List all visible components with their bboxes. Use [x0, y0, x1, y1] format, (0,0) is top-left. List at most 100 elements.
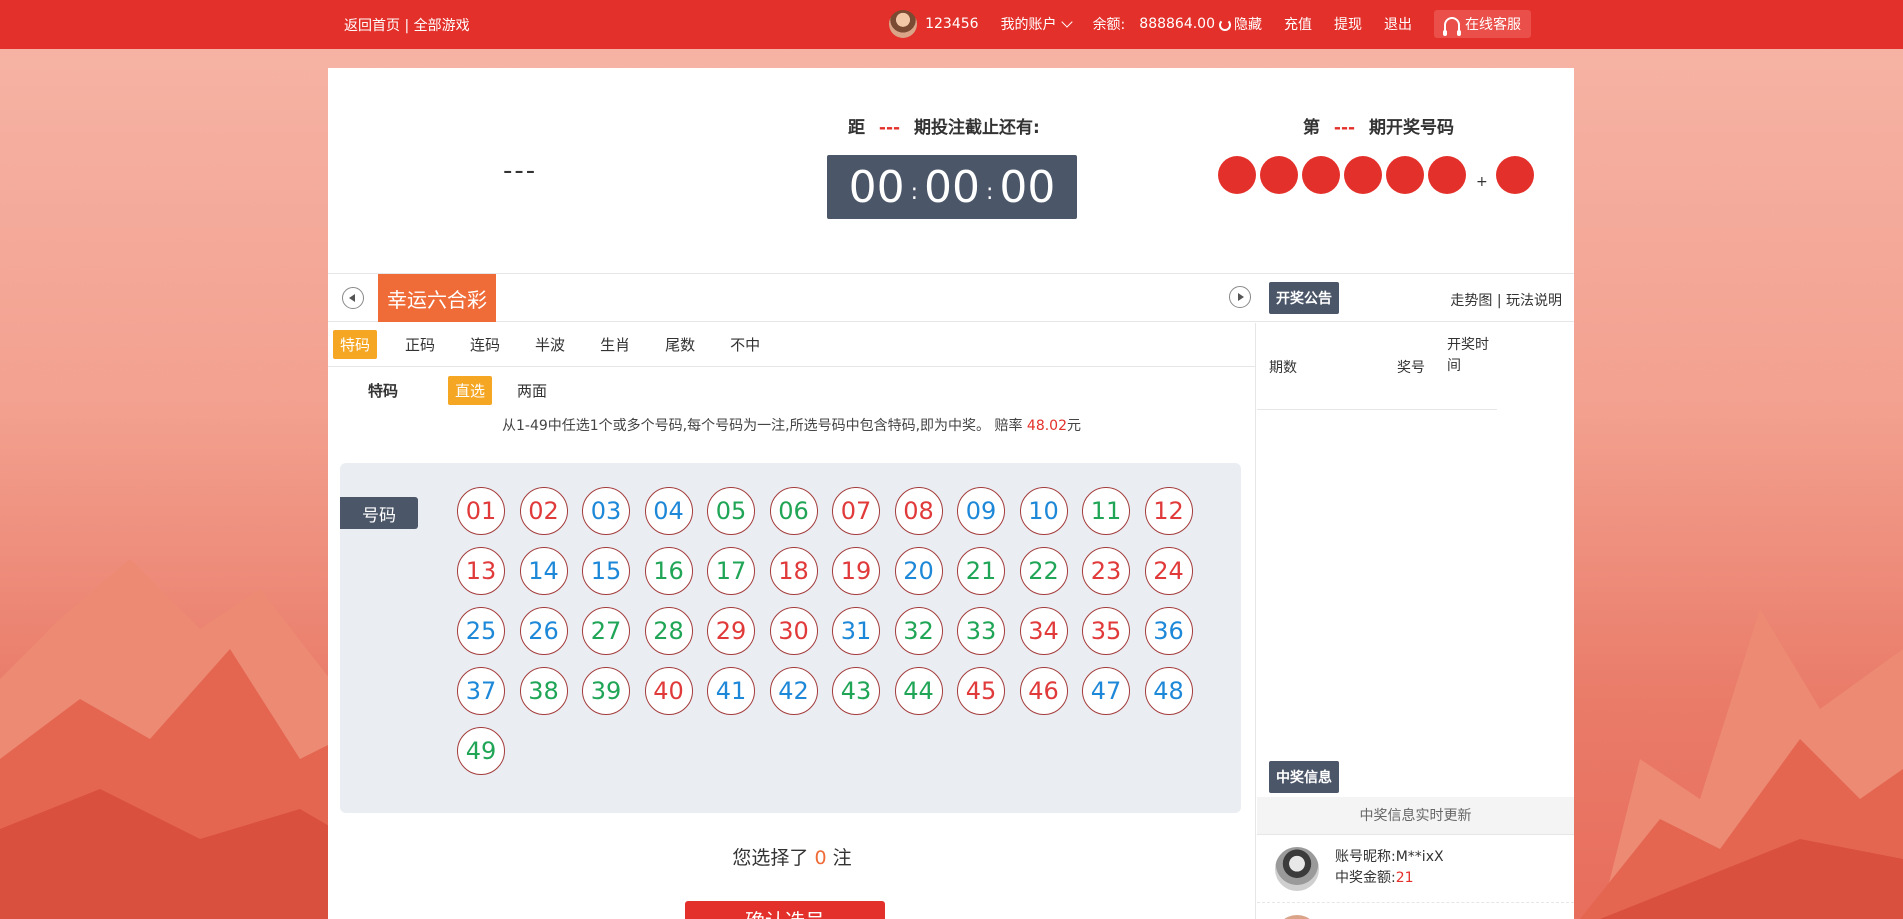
account-area: 123456 我的账户 余额: 888864.00 隐藏 充值 提现 退出 在线…: [889, 10, 1531, 38]
number-ball[interactable]: 40: [644, 667, 693, 715]
number-ball[interactable]: 21: [957, 547, 1005, 595]
odds-unit: 元: [1067, 418, 1082, 434]
my-account-menu[interactable]: 我的账户: [1000, 14, 1073, 34]
play-tab[interactable]: 特码: [333, 330, 378, 359]
number-ball[interactable]: 20: [894, 547, 943, 595]
play-tab[interactable]: 尾数: [658, 330, 702, 359]
refresh-icon[interactable]: [1219, 19, 1231, 31]
number-ball[interactable]: 09: [957, 487, 1005, 535]
number-ball[interactable]: 44: [894, 667, 943, 715]
draw-period: ---: [1333, 118, 1356, 138]
number-ball[interactable]: 15: [582, 547, 630, 595]
number-ball[interactable]: 37: [457, 667, 505, 715]
number-ball[interactable]: 10: [1019, 487, 1068, 535]
withdraw-link[interactable]: 提现: [1334, 14, 1362, 34]
play-area: 特码 正码 连码 半波 生肖 尾数 不中 特码 直选 两面 从1-49中任选1个或多个号码,…: [328, 323, 1256, 919]
number-ball[interactable]: 46: [1019, 667, 1068, 715]
game-tab-row: 幸运六合彩 开奖公告 走势图 | 玩法说明: [328, 274, 1574, 322]
selection-summary: 您选择了 0 注: [328, 843, 1256, 870]
board-label: 号码: [340, 497, 418, 529]
draw-header: --- 距 --- 期投注截止还有: 00 : 00 : 00 第 --- 期开…: [328, 68, 1574, 274]
number-ball[interactable]: 26: [519, 607, 568, 655]
number-ball[interactable]: 02: [519, 487, 568, 535]
home-link[interactable]: 返回首页: [344, 18, 400, 34]
top-nav-links: 返回首页 | 全部游戏: [344, 15, 470, 35]
number-ball[interactable]: 04: [644, 487, 693, 535]
number-ball[interactable]: 47: [1082, 667, 1130, 715]
number-ball[interactable]: 31: [832, 607, 880, 655]
number-ball[interactable]: 16: [644, 547, 693, 595]
number-ball[interactable]: 06: [769, 487, 818, 535]
number-ball[interactable]: 23: [1082, 547, 1130, 595]
plus-sign: +: [1476, 174, 1488, 190]
number-ball[interactable]: 08: [894, 487, 943, 535]
main-panel: --- 距 --- 期投注截止还有: 00 : 00 : 00 第 --- 期开…: [328, 68, 1574, 919]
play-tab[interactable]: 半波: [528, 330, 572, 359]
play-tab[interactable]: 不中: [723, 330, 767, 359]
number-ball[interactable]: 41: [707, 667, 755, 715]
number-ball[interactable]: 45: [957, 667, 1005, 715]
winner-info-label: 中奖信息: [1269, 761, 1339, 793]
trend-chart-link[interactable]: 走势图: [1450, 293, 1492, 309]
number-ball[interactable]: 39: [582, 667, 630, 715]
balance-value: 888864.00: [1139, 16, 1215, 32]
number-ball[interactable]: 36: [1144, 607, 1193, 655]
number-ball[interactable]: 12: [1144, 487, 1193, 535]
top-bar: 返回首页 | 全部游戏 123456 我的账户 余额: 888864.00 隐藏…: [0, 0, 1903, 49]
number-ball[interactable]: 29: [707, 607, 755, 655]
number-ball[interactable]: 22: [1019, 547, 1068, 595]
col-number: 奖号: [1397, 360, 1425, 376]
number-ball[interactable]: 07: [832, 487, 880, 535]
col-time: 开奖时间: [1447, 337, 1489, 374]
timer-hours: 00: [848, 161, 905, 213]
online-service-button[interactable]: 在线客服: [1434, 10, 1531, 38]
number-ball[interactable]: 33: [957, 607, 1005, 655]
number-ball[interactable]: 03: [582, 487, 630, 535]
amount-label: 中奖金额:: [1335, 870, 1396, 886]
number-ball[interactable]: 49: [457, 727, 505, 775]
number-ball[interactable]: 11: [1082, 487, 1130, 535]
play-tab[interactable]: 正码: [398, 330, 442, 359]
rule-description: 从1-49中任选1个或多个号码,每个号码为一注,所选号码中包含特码,即为中奖。 …: [328, 415, 1255, 445]
confirm-selection-button[interactable]: 确认选号: [685, 901, 885, 919]
sub-option-both-sides[interactable]: 两面: [510, 376, 554, 405]
username: 123456: [925, 16, 979, 32]
next-game-arrow-icon[interactable]: [1229, 286, 1251, 308]
logout-link[interactable]: 退出: [1384, 14, 1412, 34]
number-board: 号码 01 02 03 04 05 06 07 08 09 10 11 12 13 14 15 16 17 18 1…: [340, 463, 1241, 813]
number-ball[interactable]: 43: [832, 667, 880, 715]
number-ball[interactable]: 14: [519, 547, 568, 595]
all-games-link[interactable]: 全部游戏: [414, 18, 470, 34]
number-ball[interactable]: 13: [457, 547, 505, 595]
play-tab[interactable]: 连码: [463, 330, 507, 359]
number-ball[interactable]: 01: [457, 487, 505, 535]
number-ball[interactable]: 48: [1144, 667, 1193, 715]
game-tab-active[interactable]: 幸运六合彩: [378, 274, 496, 322]
user-avatar[interactable]: [889, 10, 918, 38]
current-game-placeholder: ---: [503, 156, 538, 186]
number-ball[interactable]: 18: [769, 547, 818, 595]
recharge-link[interactable]: 充值: [1284, 14, 1312, 34]
number-ball[interactable]: 30: [769, 607, 818, 655]
play-tab[interactable]: 生肖: [593, 330, 637, 359]
hide-balance-link[interactable]: 隐藏: [1234, 14, 1262, 34]
number-ball[interactable]: 25: [457, 607, 505, 655]
my-account-label: 我的账户: [1000, 17, 1057, 33]
draw-title: 第 --- 期开奖号码: [1303, 113, 1454, 138]
sub-option-direct[interactable]: 直选: [448, 375, 493, 405]
result-ball: [1302, 156, 1340, 194]
number-ball[interactable]: 17: [707, 547, 755, 595]
number-ball[interactable]: 32: [894, 607, 943, 655]
number-ball[interactable]: 05: [707, 487, 755, 535]
number-ball[interactable]: 27: [582, 607, 630, 655]
number-ball[interactable]: 38: [519, 667, 568, 715]
number-ball[interactable]: 35: [1082, 607, 1130, 655]
number-ball[interactable]: 24: [1144, 547, 1193, 595]
winner-avatar: [1275, 915, 1319, 919]
number-ball[interactable]: 42: [769, 667, 818, 715]
number-ball[interactable]: 34: [1019, 607, 1068, 655]
rules-link[interactable]: 玩法说明: [1506, 293, 1562, 309]
prev-game-arrow-icon[interactable]: [342, 287, 364, 309]
number-ball[interactable]: 19: [832, 547, 880, 595]
number-ball[interactable]: 28: [644, 607, 693, 655]
